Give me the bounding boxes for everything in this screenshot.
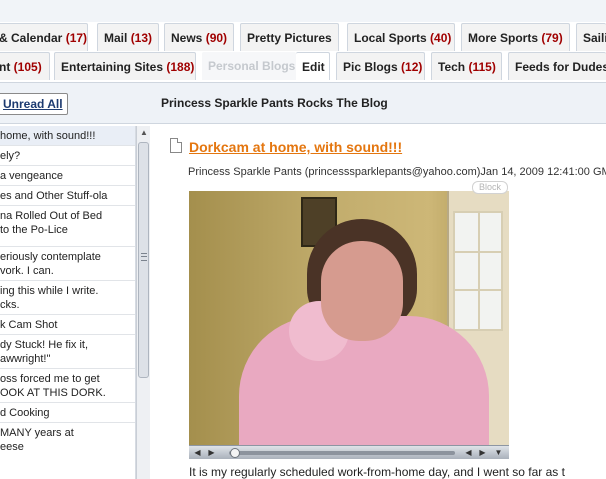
post-list-item-text: home, with sound!!!: [0, 130, 96, 142]
tab-count: (188): [166, 60, 195, 74]
tab-count: (115): [468, 60, 496, 74]
post-list-item[interactable]: ely?: [0, 146, 135, 166]
tab-label: Tech: [438, 60, 466, 74]
post-list-item[interactable]: es and Other Stuff-ola: [0, 186, 135, 206]
tab-label: & Calendar: [0, 31, 63, 45]
tab-count: (17): [65, 31, 88, 45]
post-author: Princess Sparkle Pants (princesssparklep…: [188, 166, 481, 178]
post-list-item-text: OOK AT THIS DORK.: [0, 387, 106, 399]
tab-personal-blogs[interactable]: Personal Blogs: [202, 52, 296, 80]
tab-label: Personal Blogs: [208, 59, 296, 73]
tab-count: (40): [430, 31, 452, 45]
feed-toolbar: Unread All Princess Sparkle Pants Rocks …: [0, 82, 606, 124]
video-player[interactable]: [189, 191, 509, 459]
post-byline: Princess Sparkle Pants (princesssparklep…: [188, 166, 606, 178]
post-list-item-text: vork. I can.: [0, 265, 54, 277]
tab-label: More Sports: [468, 31, 539, 45]
tab-label: Pretty Pictures: [247, 31, 332, 45]
post-list-item-text: awwright!": [0, 353, 51, 365]
tab-sailing[interactable]: Saili: [576, 23, 606, 51]
post-list-item-text: eriously contemplate: [0, 251, 101, 263]
tab-count: (105): [13, 60, 42, 74]
forward-icon[interactable]: ▶: [477, 447, 488, 458]
tab-tech[interactable]: Tech (115): [431, 52, 502, 80]
feed-title: Princess Sparkle Pants Rocks The Blog: [161, 96, 388, 110]
post-list-item[interactable]: a vengeance: [0, 166, 135, 186]
edit-label: Edit: [302, 60, 325, 74]
tab-label: Local Sports: [354, 31, 427, 45]
post-list-item-text: es and Other Stuff-ola: [0, 190, 108, 202]
tab-pretty-pictures[interactable]: Pretty Pictures: [240, 23, 339, 51]
tab-feeds-for-dudes[interactable]: Feeds for Dudes: [508, 52, 606, 80]
video-progress-knob[interactable]: [229, 448, 240, 458]
document-icon: [170, 138, 182, 153]
video-window: [453, 211, 503, 331]
post-date: Jan 14, 2009 12:41:00 GMT: [480, 166, 606, 178]
tab-mail[interactable]: Mail (13): [97, 23, 159, 51]
tab-local-sports[interactable]: Local Sports (40): [347, 23, 455, 51]
post-list-item[interactable]: MANY years at eese: [0, 423, 135, 456]
post-list-item-text: ely?: [0, 150, 21, 162]
tab-edit-button[interactable]: Edit: [296, 52, 330, 80]
post-body-text: It is my regularly scheduled work-from-h…: [189, 465, 565, 479]
tab-calendar[interactable]: & Calendar (17): [0, 23, 88, 51]
post-list: home, with sound!!! ely? a vengeance es …: [0, 126, 136, 479]
post-list-item[interactable]: eriously contemplate vork. I can.: [0, 247, 135, 281]
tab-more-sports[interactable]: More Sports (79): [461, 23, 570, 51]
post-view: Dorkcam at home, with sound!!! Princess …: [150, 126, 606, 479]
tab-entertaining-sites[interactable]: Entertaining Sites (188): [54, 52, 196, 80]
post-list-item-text: k Cam Shot: [0, 319, 58, 331]
tab-count: (79): [541, 31, 563, 45]
menu-dropdown-icon[interactable]: ▼: [493, 447, 504, 458]
grip-icon: [141, 253, 147, 261]
tab-label: Feeds for Dudes: [515, 60, 606, 74]
post-list-scrollbar[interactable]: ▲: [136, 126, 150, 479]
post-list-item-text: d Cooking: [0, 407, 50, 419]
post-title-link[interactable]: Dorkcam at home, with sound!!!: [189, 139, 402, 155]
video-person-face: [321, 241, 403, 341]
tab-news[interactable]: News (90): [164, 23, 234, 51]
post-list-item[interactable]: home, with sound!!!: [0, 126, 135, 146]
post-list-item-text: to the Po-Lice: [0, 224, 68, 236]
post-list-item-text: eese: [0, 441, 24, 453]
tab-count: (90): [205, 31, 228, 45]
video-progress-track[interactable]: [229, 451, 455, 455]
tab-pic-blogs[interactable]: Pic Blogs (12): [336, 52, 425, 80]
tab-label: Saili: [583, 31, 606, 45]
post-list-item-text: dy Stuck! He fix it,: [0, 339, 89, 351]
tab-label: Pic Blogs: [343, 60, 398, 74]
top-band: [0, 0, 606, 22]
post-list-item-text: oss forced me to get: [0, 373, 100, 385]
volume-icon[interactable]: ◀: [192, 447, 203, 458]
post-list-item-text: a vengeance: [0, 170, 63, 182]
post-list-item[interactable]: na Rolled Out of Bed to the Po-Lice: [0, 206, 135, 247]
video-controls: ◀ ▶ ◀ ▶ ▼: [189, 445, 509, 459]
scroll-thumb[interactable]: [138, 142, 149, 378]
block-button[interactable]: Block: [472, 181, 509, 194]
post-list-item-text: na Rolled Out of Bed: [0, 210, 103, 222]
rewind-icon[interactable]: ◀: [463, 447, 474, 458]
tab-label: nt: [0, 60, 11, 74]
tab-label: News: [171, 31, 203, 45]
unread-all-button[interactable]: Unread All: [0, 93, 68, 115]
post-list-item-text: MANY years at: [0, 427, 74, 439]
tab-label: Mail: [104, 31, 128, 45]
post-list-item[interactable]: ing this while I write. cks.: [0, 281, 135, 315]
tab-count: (12): [401, 60, 423, 74]
play-icon[interactable]: ▶: [206, 447, 217, 458]
tab-label: Entertaining Sites: [61, 60, 164, 74]
post-list-item-text: ing this while I write.: [0, 285, 99, 297]
tab-entertainment[interactable]: nt (105): [0, 52, 50, 80]
post-list-item-text: cks.: [0, 299, 20, 311]
post-list-item[interactable]: oss forced me to get OOK AT THIS DORK.: [0, 369, 135, 403]
post-list-item[interactable]: d Cooking: [0, 403, 135, 423]
post-list-item[interactable]: k Cam Shot: [0, 315, 135, 335]
tab-count: (13): [130, 31, 153, 45]
post-list-item[interactable]: dy Stuck! He fix it, awwright!": [0, 335, 135, 369]
scroll-up-arrow-icon[interactable]: ▲: [139, 128, 149, 138]
